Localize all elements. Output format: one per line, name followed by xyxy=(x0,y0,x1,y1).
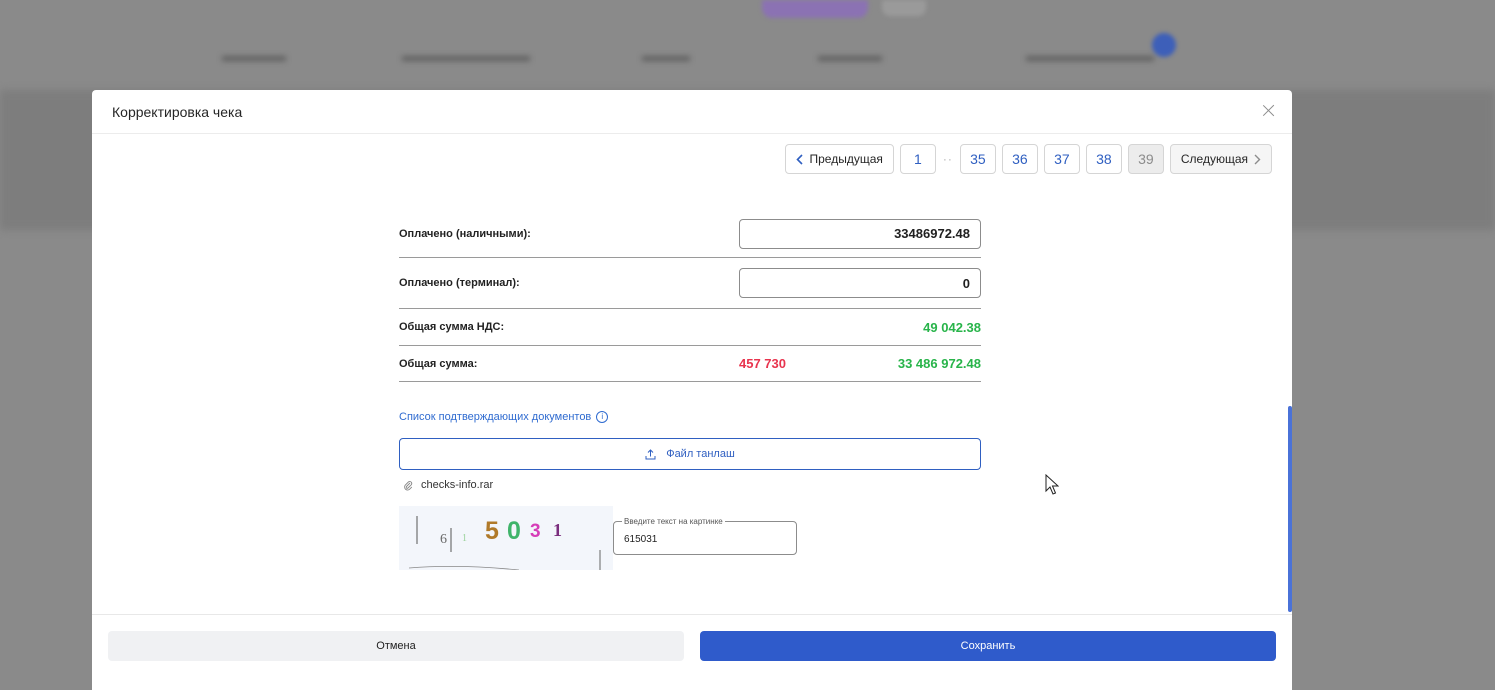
receipt-correction-modal: Корректировка чека Предыдущая 1 ·· 35 36… xyxy=(92,90,1292,690)
svg-text:5: 5 xyxy=(485,517,499,545)
supporting-documents-link[interactable]: Список подтверждающих документов i xyxy=(399,411,609,423)
total-value: 33 486 972.48 xyxy=(897,356,981,371)
previous-page-label: Предыдущая xyxy=(809,152,883,166)
total-row: Общая сумма: 457 730 33 486 972.48 xyxy=(399,346,981,382)
cash-input[interactable]: 33486972.48 xyxy=(739,218,981,249)
svg-text:1: 1 xyxy=(553,520,562,540)
pagination: Предыдущая 1 ·· 35 36 37 38 39 Следующая xyxy=(785,144,1272,174)
total-values: 457 730 33 486 972.48 xyxy=(739,356,981,371)
background-nav-item: ▬▬▬▬▬▬▬▬ xyxy=(1026,48,1154,65)
cash-row: Оплачено (наличными): 33486972.48 xyxy=(399,210,981,258)
file-name: checks-info.rar xyxy=(421,479,494,491)
background-pill xyxy=(882,0,926,16)
terminal-label: Оплачено (терминал): xyxy=(399,277,520,289)
total-difference: 457 730 xyxy=(739,356,786,371)
svg-text:6: 6 xyxy=(440,532,447,547)
page-button-37[interactable]: 37 xyxy=(1043,144,1080,174)
cash-label: Оплачено (наличными): xyxy=(399,227,531,240)
info-icon[interactable]: i xyxy=(596,411,609,423)
modal-header: Корректировка чека xyxy=(92,90,1292,134)
page-button-38[interactable]: 38 xyxy=(1085,144,1122,174)
vat-row: Общая сумма НДС: 49 042.38 xyxy=(399,309,981,346)
cancel-button[interactable]: Отмена xyxy=(108,631,684,661)
previous-page-button[interactable]: Предыдущая xyxy=(785,144,894,174)
next-page-button[interactable]: Следующая xyxy=(1169,144,1272,174)
paperclip-icon xyxy=(404,480,413,490)
vat-label: Общая сумма НДС: xyxy=(399,321,505,333)
page-button-1[interactable]: 1 xyxy=(899,144,936,174)
supporting-documents-label: Список подтверждающих документов xyxy=(399,411,592,423)
captcha-field-value: 615031 xyxy=(624,534,658,545)
svg-text:1: 1 xyxy=(462,533,467,544)
upload-file-button[interactable]: Файл танлаш xyxy=(399,438,981,470)
scrollbar[interactable] xyxy=(1288,406,1292,612)
chevron-right-icon xyxy=(1254,154,1261,164)
upload-label: Файл танлаш xyxy=(666,448,735,460)
next-page-label: Следующая xyxy=(1180,152,1248,166)
close-icon[interactable] xyxy=(1260,102,1278,120)
background-nav: ▬▬▬▬ ▬▬▬▬▬▬▬▬ ▬▬▬ ▬▬▬▬ ▬▬▬▬▬▬▬▬ xyxy=(0,0,1495,90)
background-pill xyxy=(762,0,868,18)
svg-text:0: 0 xyxy=(507,517,521,545)
background-nav-item: ▬▬▬▬▬▬▬▬ xyxy=(402,48,530,65)
svg-text:3: 3 xyxy=(530,521,541,542)
background-nav-item: ▬▬▬ xyxy=(642,48,690,65)
modal-title: Корректировка чека xyxy=(112,104,243,120)
attached-file[interactable]: checks-info.rar xyxy=(403,479,493,491)
background-badge xyxy=(1152,33,1176,57)
page-button-36[interactable]: 36 xyxy=(1001,144,1038,174)
captcha-image: 6 1 5 0 3 1 xyxy=(399,506,613,570)
pagination-ellipsis: ·· xyxy=(942,152,953,166)
save-button[interactable]: Сохранить xyxy=(700,631,1276,661)
terminal-input[interactable]: 0 xyxy=(739,268,981,298)
terminal-row: Оплачено (терминал): 0 xyxy=(399,258,981,309)
upload-icon xyxy=(645,448,656,459)
page-button-35[interactable]: 35 xyxy=(959,144,996,174)
captcha-field-label: Введите текст на картинке xyxy=(622,517,725,526)
background-nav-item: ▬▬▬▬ xyxy=(818,48,882,65)
modal-footer: Отмена Сохранить xyxy=(92,614,1292,690)
captcha-input[interactable]: Введите текст на картинке 615031 xyxy=(613,517,797,555)
mouse-cursor-icon xyxy=(1045,474,1059,495)
chevron-left-icon xyxy=(796,153,804,165)
vat-value: 49 042.38 xyxy=(923,319,981,335)
payment-form: Оплачено (наличными): 33486972.48 Оплаче… xyxy=(399,210,981,382)
page-button-39-current[interactable]: 39 xyxy=(1127,144,1164,174)
total-label: Общая сумма: xyxy=(399,357,478,370)
background-nav-item: ▬▬▬▬ xyxy=(222,48,286,65)
